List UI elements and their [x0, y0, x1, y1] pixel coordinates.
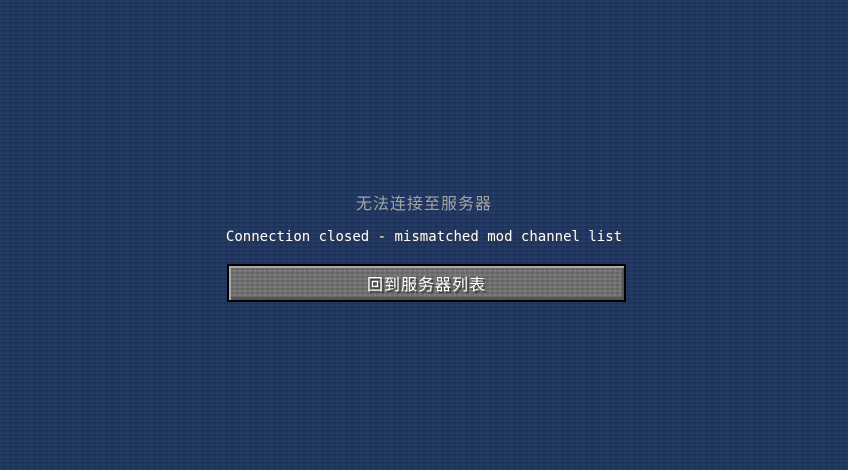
disconnect-title: 无法连接至服务器 — [355, 194, 492, 213]
disconnect-screen: 无法连接至服务器 Connection closed - mismatched … — [0, 0, 848, 470]
disconnect-reason-message: Connection closed - mismatched mod chann… — [225, 229, 623, 245]
back-to-server-list-button[interactable]: 回到服务器列表 — [227, 264, 626, 302]
back-to-server-list-label: 回到服务器列表 — [366, 275, 486, 294]
